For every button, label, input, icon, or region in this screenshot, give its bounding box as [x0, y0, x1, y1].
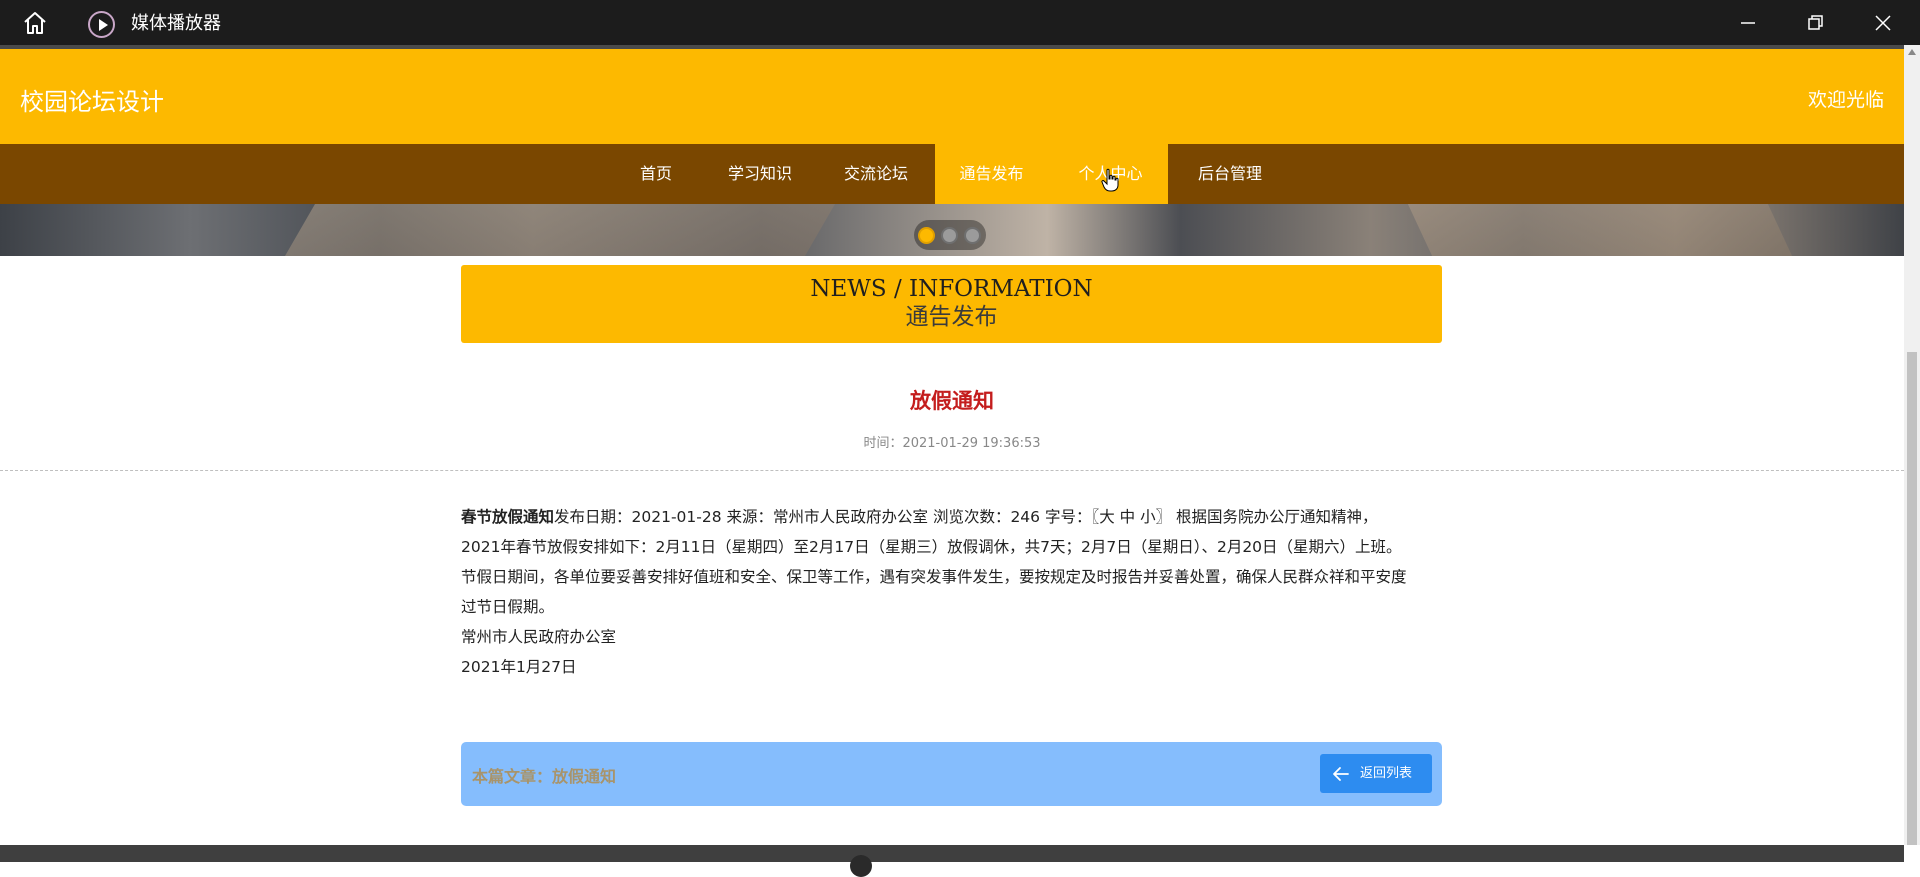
article-date: 2021年1月27日	[461, 658, 577, 676]
hand-cursor-icon	[1101, 168, 1119, 192]
close-icon[interactable]	[1868, 8, 1898, 38]
section-title-en: NEWS / INFORMATION	[810, 276, 1093, 302]
article-title: 放假通知	[910, 389, 994, 413]
nav-item-study[interactable]: 学习知识	[712, 144, 808, 204]
article-footer-bar: 本篇文章：放假通知 返回列表	[461, 742, 1442, 806]
back-to-list-button[interactable]: 返回列表	[1320, 754, 1432, 793]
divider	[0, 470, 1904, 471]
app-title: 媒体播放器	[131, 13, 221, 34]
banner-desk-shape	[1407, 204, 1793, 256]
nav-item-home[interactable]: 首页	[620, 144, 692, 204]
minimize-icon[interactable]	[1733, 8, 1763, 38]
carousel-dot-2[interactable]	[941, 227, 958, 244]
section-title-cn: 通告发布	[905, 304, 998, 330]
article-line: 2021年春节放假安排如下：2月11日（星期四）至2月17日（星期三）放假调休，…	[461, 538, 1402, 556]
article-time: 时间：2021-01-29 19:36:53	[863, 436, 1041, 451]
nav-item-admin[interactable]: 后台管理	[1180, 144, 1280, 204]
site-title[interactable]: 校园论坛设计	[20, 82, 164, 117]
article-line: 发布日期：2021-01-28 来源：常州市人民政府办公室 浏览次数：246 字…	[554, 508, 1378, 526]
article-signature: 常州市人民政府办公室	[461, 628, 617, 646]
play-circle-icon	[88, 11, 115, 38]
window-titlebar: 媒体播放器	[0, 0, 1920, 45]
restore-icon[interactable]	[1800, 8, 1830, 38]
nav-item-forum[interactable]: 交流论坛	[828, 144, 924, 204]
carousel-indicators	[914, 220, 986, 250]
nav-item-notice[interactable]: 通告发布	[935, 144, 1048, 204]
article-lead: 春节放假通知	[461, 508, 555, 526]
article-paragraph: 春节放假通知发布日期：2021-01-28 来源：常州市人民政府办公室 浏览次数…	[461, 502, 1442, 532]
scroll-top-knob[interactable]	[850, 855, 872, 877]
site-header: 校园论坛设计 欢迎光临	[0, 45, 1904, 144]
welcome-text: 欢迎光临	[1807, 89, 1884, 111]
section-header: NEWS / INFORMATION 通告发布	[461, 265, 1442, 343]
current-article-label: 本篇文章：放假通知	[472, 767, 617, 786]
banner-desk-shape	[284, 204, 836, 256]
arrow-left-icon	[1333, 767, 1349, 781]
home-icon[interactable]	[22, 11, 48, 35]
article-body: 春节放假通知发布日期：2021-01-28 来源：常州市人民政府办公室 浏览次数…	[461, 502, 1442, 682]
carousel-dot-1[interactable]	[918, 227, 935, 244]
article-line: 过节日假期。	[461, 598, 555, 616]
main-nav: 首页 学习知识 交流论坛 通告发布 个人中心 后台管理	[0, 144, 1904, 204]
carousel-dot-3[interactable]	[964, 227, 981, 244]
back-to-list-label: 返回列表	[1360, 766, 1413, 781]
scroll-up-icon[interactable]	[1908, 49, 1916, 55]
scrollbar-thumb[interactable]	[1907, 352, 1917, 845]
article-line: 节假日期间，各单位要妥善安排好值班和安全、保卫等工作，遇有突发事件发生，要按规定…	[461, 568, 1407, 586]
bottom-bar	[0, 845, 1904, 877]
